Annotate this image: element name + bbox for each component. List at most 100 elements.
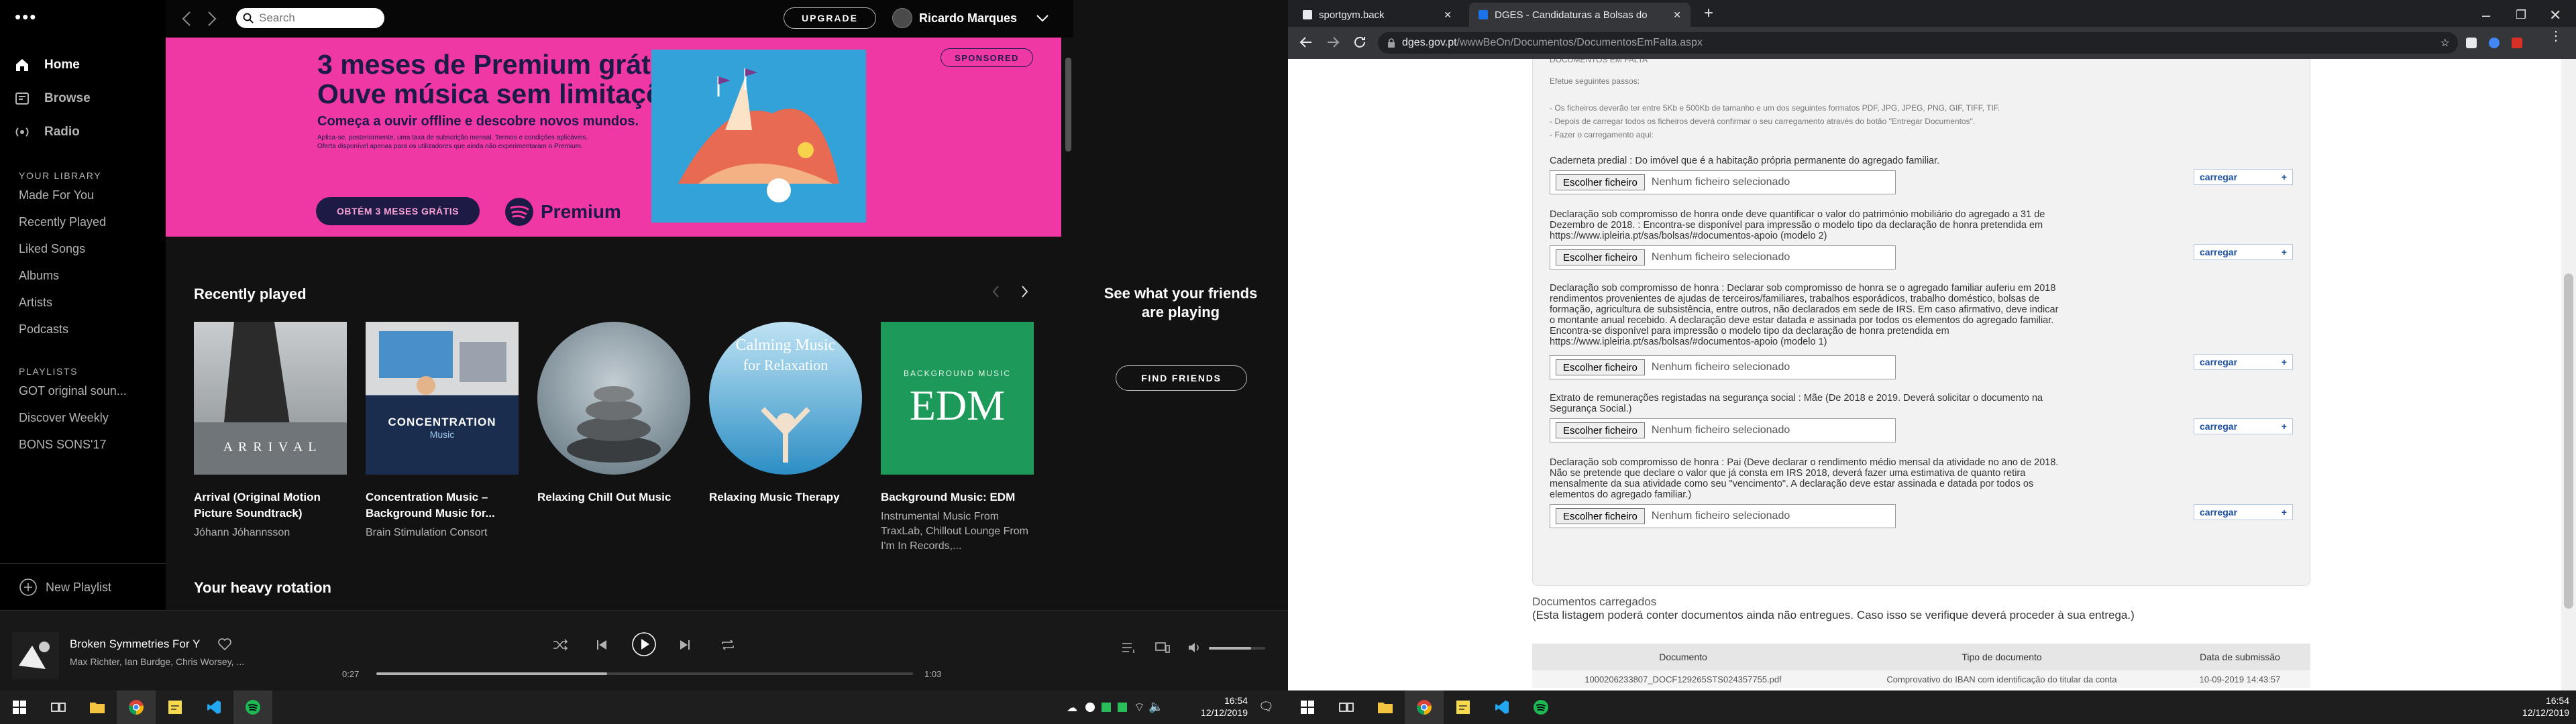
nav-home[interactable]: Home — [13, 56, 80, 74]
speaker-icon[interactable]: 🔈 — [1148, 700, 1163, 714]
file-explorer-icon[interactable] — [78, 690, 117, 724]
chrome-icon[interactable] — [1405, 690, 1444, 724]
reload-icon[interactable] — [1352, 35, 1367, 50]
menu-dots-icon[interactable]: ⋮ — [2549, 29, 2563, 43]
library-albums[interactable]: Albums — [19, 269, 59, 283]
windows-start-icon[interactable] — [1288, 690, 1327, 724]
album-title[interactable]: Concentration Music – Background Music f… — [366, 489, 519, 522]
upload-button[interactable]: carregar + — [2194, 244, 2293, 260]
taskbar-clock-right[interactable]: 16:54 12/12/2019 — [2502, 695, 2569, 719]
carousel-next-icon[interactable] — [1018, 283, 1031, 300]
play-button[interactable] — [631, 631, 657, 657]
file-explorer-icon[interactable] — [1366, 690, 1405, 724]
recently-played-heading[interactable]: Recently played — [194, 286, 307, 303]
forward-arrow-icon[interactable] — [1326, 35, 1340, 50]
nav-browse[interactable]: Browse — [13, 90, 91, 107]
previous-icon[interactable] — [596, 639, 608, 651]
chrome-icon[interactable] — [117, 690, 156, 724]
new-playlist-button[interactable]: New Playlist — [19, 578, 111, 597]
find-friends-button[interactable]: FIND FRIENDS — [1116, 365, 1247, 391]
vscode-icon[interactable] — [1483, 690, 1521, 724]
user-menu[interactable]: Ricardo Marques — [892, 8, 1049, 28]
file-input[interactable]: Escolher ficheiro Nenhum ficheiro selecio… — [1550, 418, 1896, 442]
back-arrow-icon[interactable] — [1299, 35, 1313, 50]
heavy-rotation-heading[interactable]: Your heavy rotation — [194, 579, 331, 597]
page-scrollbar[interactable] — [2561, 59, 2576, 690]
tray-icon[interactable] — [1085, 703, 1095, 712]
ad-cta-button[interactable]: OBTÉM 3 MESES GRÁTIS — [316, 197, 480, 225]
playlist-item[interactable]: GOT original soun... — [19, 384, 127, 398]
tab-close-icon[interactable]: ✕ — [1444, 9, 1452, 21]
battery-icon[interactable] — [1102, 703, 1111, 712]
library-podcasts[interactable]: Podcasts — [19, 322, 68, 337]
album-subtitle[interactable]: Brain Stimulation Consort — [366, 526, 519, 540]
new-tab-icon[interactable]: + — [1704, 4, 1713, 23]
browser-tab[interactable]: sportgym.back ✕ — [1293, 3, 1461, 27]
choose-file-button[interactable]: Escolher ficheiro — [1556, 174, 1645, 190]
sticky-notes-icon[interactable] — [1444, 690, 1483, 724]
scrollbar-thumb[interactable] — [2564, 274, 2573, 609]
upload-button[interactable]: carregar + — [2194, 504, 2293, 520]
file-input[interactable]: Escolher ficheiro Nenhum ficheiro selecio… — [1550, 245, 1896, 269]
extension-icon[interactable] — [2489, 38, 2500, 48]
wifi-icon[interactable]: ⌔ — [1134, 700, 1145, 715]
vscode-icon[interactable] — [195, 690, 233, 724]
album-title[interactable]: Relaxing Music Therapy — [709, 489, 862, 505]
spotify-taskbar-icon[interactable] — [1521, 690, 1560, 724]
carousel-prev-icon[interactable] — [989, 283, 1003, 300]
url-bar[interactable]: dges.gov.pt /wwwBeOn/Documentos/Document… — [1378, 32, 2458, 54]
album-card[interactable]: CONCENTRATION Music Concentration Music … — [366, 322, 519, 540]
library-made-for-you[interactable]: Made For You — [19, 188, 94, 202]
task-view-icon[interactable] — [39, 690, 78, 724]
album-title[interactable]: Background Music: EDM — [881, 489, 1034, 505]
premium-ad-banner[interactable]: 3 meses de Premium grátis. Ouve música s… — [166, 38, 1061, 237]
nav-radio[interactable]: Radio — [13, 123, 80, 141]
album-subtitle[interactable]: Instrumental Music From TraxLab, Chillou… — [881, 509, 1034, 554]
spotify-taskbar-icon[interactable] — [233, 690, 272, 724]
playlist-item[interactable]: Discover Weekly — [19, 411, 109, 425]
now-playing-cover[interactable] — [12, 632, 59, 679]
album-card[interactable]: Relaxing Chill Out Music — [537, 322, 690, 505]
task-view-icon[interactable] — [1327, 690, 1366, 724]
queue-icon[interactable] — [1122, 642, 1136, 654]
back-arrow-icon[interactable] — [179, 9, 195, 28]
file-input[interactable]: Escolher ficheiro Nenhum ficheiro selecio… — [1550, 504, 1896, 528]
main-scrollbar[interactable] — [1063, 38, 1073, 610]
progress-bar[interactable] — [376, 672, 913, 675]
close-icon[interactable]: ✕ — [2549, 7, 2561, 24]
volume-icon[interactable] — [1187, 642, 1202, 654]
heart-icon[interactable] — [217, 638, 232, 651]
library-artists[interactable]: Artists — [19, 296, 52, 310]
album-subtitle[interactable]: Jóhann Jóhannsson — [194, 526, 347, 540]
volume-slider[interactable] — [1209, 647, 1265, 650]
upload-button[interactable]: carregar + — [2194, 418, 2293, 434]
extension-icon[interactable] — [2512, 38, 2522, 48]
upload-button[interactable]: carregar + — [2194, 354, 2293, 370]
album-title[interactable]: Relaxing Chill Out Music — [537, 489, 690, 505]
maximize-icon[interactable]: ❐ — [2516, 8, 2526, 22]
choose-file-button[interactable]: Escolher ficheiro — [1556, 249, 1645, 265]
notification-icon[interactable]: 🗨 — [1258, 700, 1274, 714]
more-menu-icon[interactable]: ••• — [15, 8, 37, 25]
search-input[interactable] — [259, 11, 373, 25]
taskbar-clock-left[interactable]: 16:54 12/12/2019 — [1181, 695, 1248, 719]
repeat-icon[interactable] — [720, 639, 735, 651]
tab-close-icon[interactable]: ✕ — [1673, 9, 1681, 21]
album-card[interactable]: BACKGROUND MUSIC EDM Background Music: E… — [881, 322, 1034, 554]
star-icon[interactable]: ☆ — [2440, 36, 2450, 50]
library-recently-played[interactable]: Recently Played — [19, 215, 106, 229]
upload-button[interactable]: carregar + — [2194, 169, 2293, 185]
choose-file-button[interactable]: Escolher ficheiro — [1556, 508, 1645, 524]
choose-file-button[interactable]: Escolher ficheiro — [1556, 359, 1645, 375]
album-title[interactable]: Arrival (Original Motion Picture Soundtr… — [194, 489, 347, 522]
tray-icon[interactable] — [1118, 703, 1127, 712]
choose-file-button[interactable]: Escolher ficheiro — [1556, 422, 1645, 438]
table-row[interactable]: 1000206233807_DOCF129265STS024357755.pdf… — [1532, 670, 2310, 688]
file-input[interactable]: Escolher ficheiro Nenhum ficheiro selecio… — [1550, 355, 1896, 379]
album-card[interactable]: A R R I V A L Arrival (Original Motion P… — [194, 322, 347, 540]
network-icon[interactable]: ☁ — [1067, 701, 1077, 715]
minimize-icon[interactable]: – — [2482, 7, 2490, 24]
album-card[interactable]: Calming Music for Relaxation Relaxing Mu… — [709, 322, 862, 505]
scrollbar-thumb[interactable] — [1065, 58, 1071, 152]
track-artists[interactable]: Max Richter, Ian Burdge, Chris Worsey, .… — [70, 656, 244, 667]
